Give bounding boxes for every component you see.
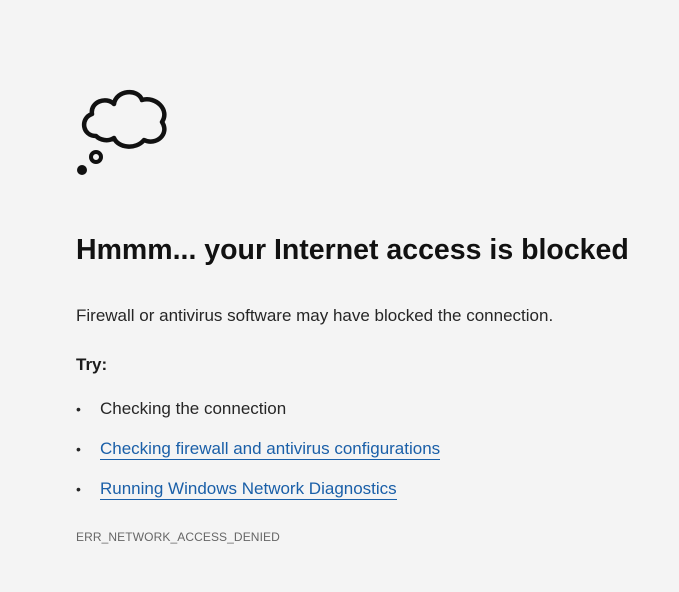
page-title: Hmmm... your Internet access is blocked: [76, 234, 629, 266]
bullet: •: [76, 441, 81, 457]
error-code: ERR_NETWORK_ACCESS_DENIED: [76, 530, 280, 544]
suggestion-checking-connection: Checking the connection: [100, 399, 287, 418]
bullet: •: [76, 401, 81, 417]
bullet: •: [76, 481, 81, 497]
error-description: Firewall or antivirus software may have …: [76, 306, 554, 325]
network-diagnostics-link[interactable]: Running Windows Network Diagnostics: [100, 478, 397, 500]
thought-cloud-icon: [77, 90, 167, 175]
firewall-antivirus-link[interactable]: Checking firewall and antivirus configur…: [100, 438, 441, 460]
try-label: Try:: [76, 355, 108, 374]
